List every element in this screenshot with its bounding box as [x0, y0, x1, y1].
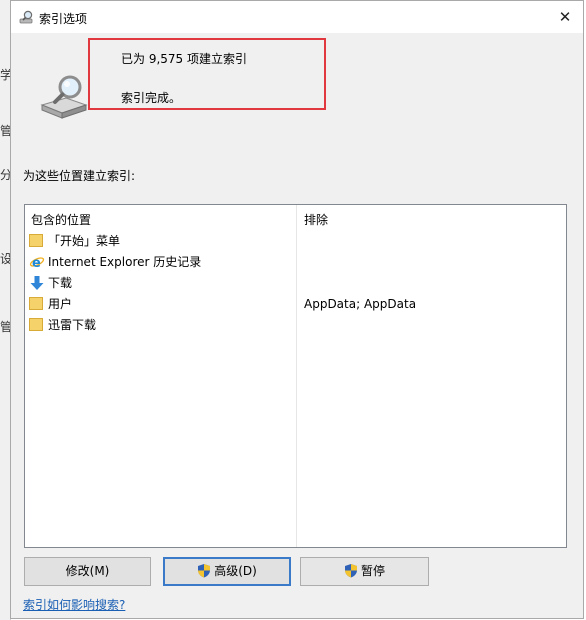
list-item[interactable]: 用户: [29, 293, 289, 314]
location-label: Internet Explorer 历史记录: [48, 255, 202, 269]
folder-icon: [29, 317, 45, 333]
location-label: 下载: [48, 276, 73, 290]
location-label: 「开始」菜单: [48, 234, 121, 248]
internet-explorer-icon: e: [29, 254, 45, 271]
list-item[interactable]: 「开始」菜单: [29, 230, 289, 251]
download-arrow-icon: [29, 275, 45, 291]
list-item[interactable]: 下载: [29, 272, 289, 293]
list-item[interactable]: e Internet Explorer 历史记录: [29, 251, 289, 272]
advanced-button-label: 高级(D): [214, 564, 257, 578]
column-header-included[interactable]: 包含的位置: [31, 211, 91, 228]
column-header-excluded[interactable]: 排除: [304, 211, 328, 228]
close-button[interactable]: ✕: [551, 3, 579, 31]
uac-shield-icon: [198, 564, 211, 578]
indexing-options-icon: [19, 9, 35, 25]
title-bar: 索引选项 ✕: [11, 1, 583, 33]
location-label: 迅雷下载: [48, 318, 97, 332]
locations-label: 为这些位置建立索引:: [23, 169, 136, 183]
index-count-text: 已为 9,575 项建立索引: [121, 52, 247, 66]
folder-icon: [29, 296, 45, 312]
pause-button[interactable]: 暂停: [300, 557, 429, 586]
window-title: 索引选项: [39, 12, 88, 26]
indexed-locations-list[interactable]: 包含的位置 排除 「开始」菜单 e Internet Explorer 历史记录: [24, 204, 567, 548]
location-label: 用户: [48, 297, 73, 311]
list-item[interactable]: 迅雷下载: [29, 314, 289, 335]
pause-button-label: 暂停: [360, 564, 385, 578]
column-divider: [296, 205, 297, 547]
folder-icon: [29, 233, 45, 249]
indexing-options-dialog: 索引选项 ✕ 已为 9,575 项建立索引 索引完成。 为这些位置建立索引: 包…: [10, 0, 584, 619]
svg-text:e: e: [32, 256, 41, 270]
modify-button-label: 修改(M): [65, 564, 110, 578]
indexing-magnifier-icon: [39, 73, 89, 124]
excluded-paths: AppData; AppData: [304, 297, 417, 311]
index-status-text: 索引完成。: [121, 91, 182, 105]
uac-shield-icon: [344, 564, 357, 578]
modify-button[interactable]: 修改(M): [24, 557, 151, 586]
help-link[interactable]: 索引如何影响搜索?: [23, 596, 125, 613]
advanced-button[interactable]: 高级(D): [163, 557, 291, 586]
